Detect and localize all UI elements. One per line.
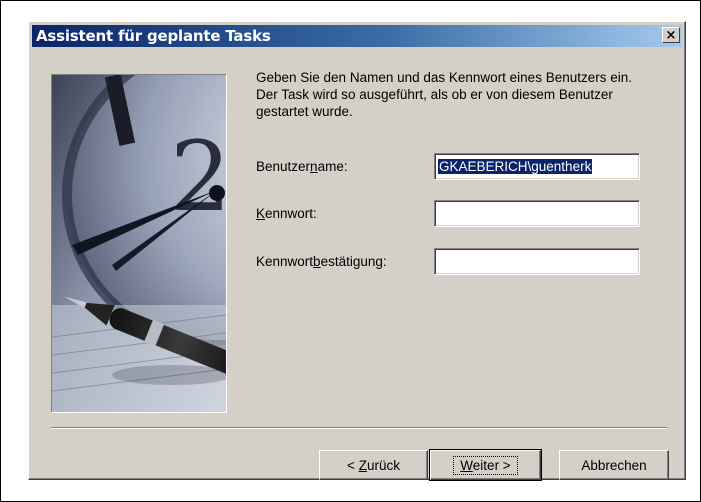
button-separator: [51, 427, 667, 429]
window-title: Assistent für geplante Tasks: [36, 27, 271, 45]
title-bar[interactable]: Assistent für geplante Tasks ×: [32, 25, 682, 47]
cancel-button[interactable]: Abbrechen: [559, 450, 669, 480]
close-icon: ×: [665, 27, 677, 43]
username-label: Benutzername:: [256, 159, 348, 174]
next-button[interactable]: Weiter >: [429, 449, 542, 481]
back-button-label: < Zurück: [347, 457, 400, 473]
username-field[interactable]: GKAEBERICH\guentherk: [434, 153, 640, 180]
wizard-dialog: Assistent für geplante Tasks × 2 Geben S…: [28, 21, 686, 481]
intro-text: Geben Sie den Namen und das Kennwort ein…: [256, 70, 632, 119]
back-button[interactable]: < Zurück: [319, 450, 428, 480]
confirm-password-field[interactable]: [434, 248, 640, 275]
password-field[interactable]: [434, 200, 640, 227]
confirm-password-label: Kennwortbestätigung:: [256, 254, 387, 269]
password-label: Kennwort:: [256, 206, 317, 221]
svg-text:2: 2: [170, 121, 226, 233]
screenshot-frame: Assistent für geplante Tasks × 2 Geben S…: [0, 0, 701, 502]
cancel-button-label: Abbrechen: [581, 457, 647, 473]
close-button[interactable]: ×: [662, 27, 680, 43]
clock-and-pen-artwork: 2: [51, 74, 227, 413]
next-button-label: Weiter >: [453, 455, 518, 475]
username-value: GKAEBERICH\guentherk: [438, 159, 593, 174]
